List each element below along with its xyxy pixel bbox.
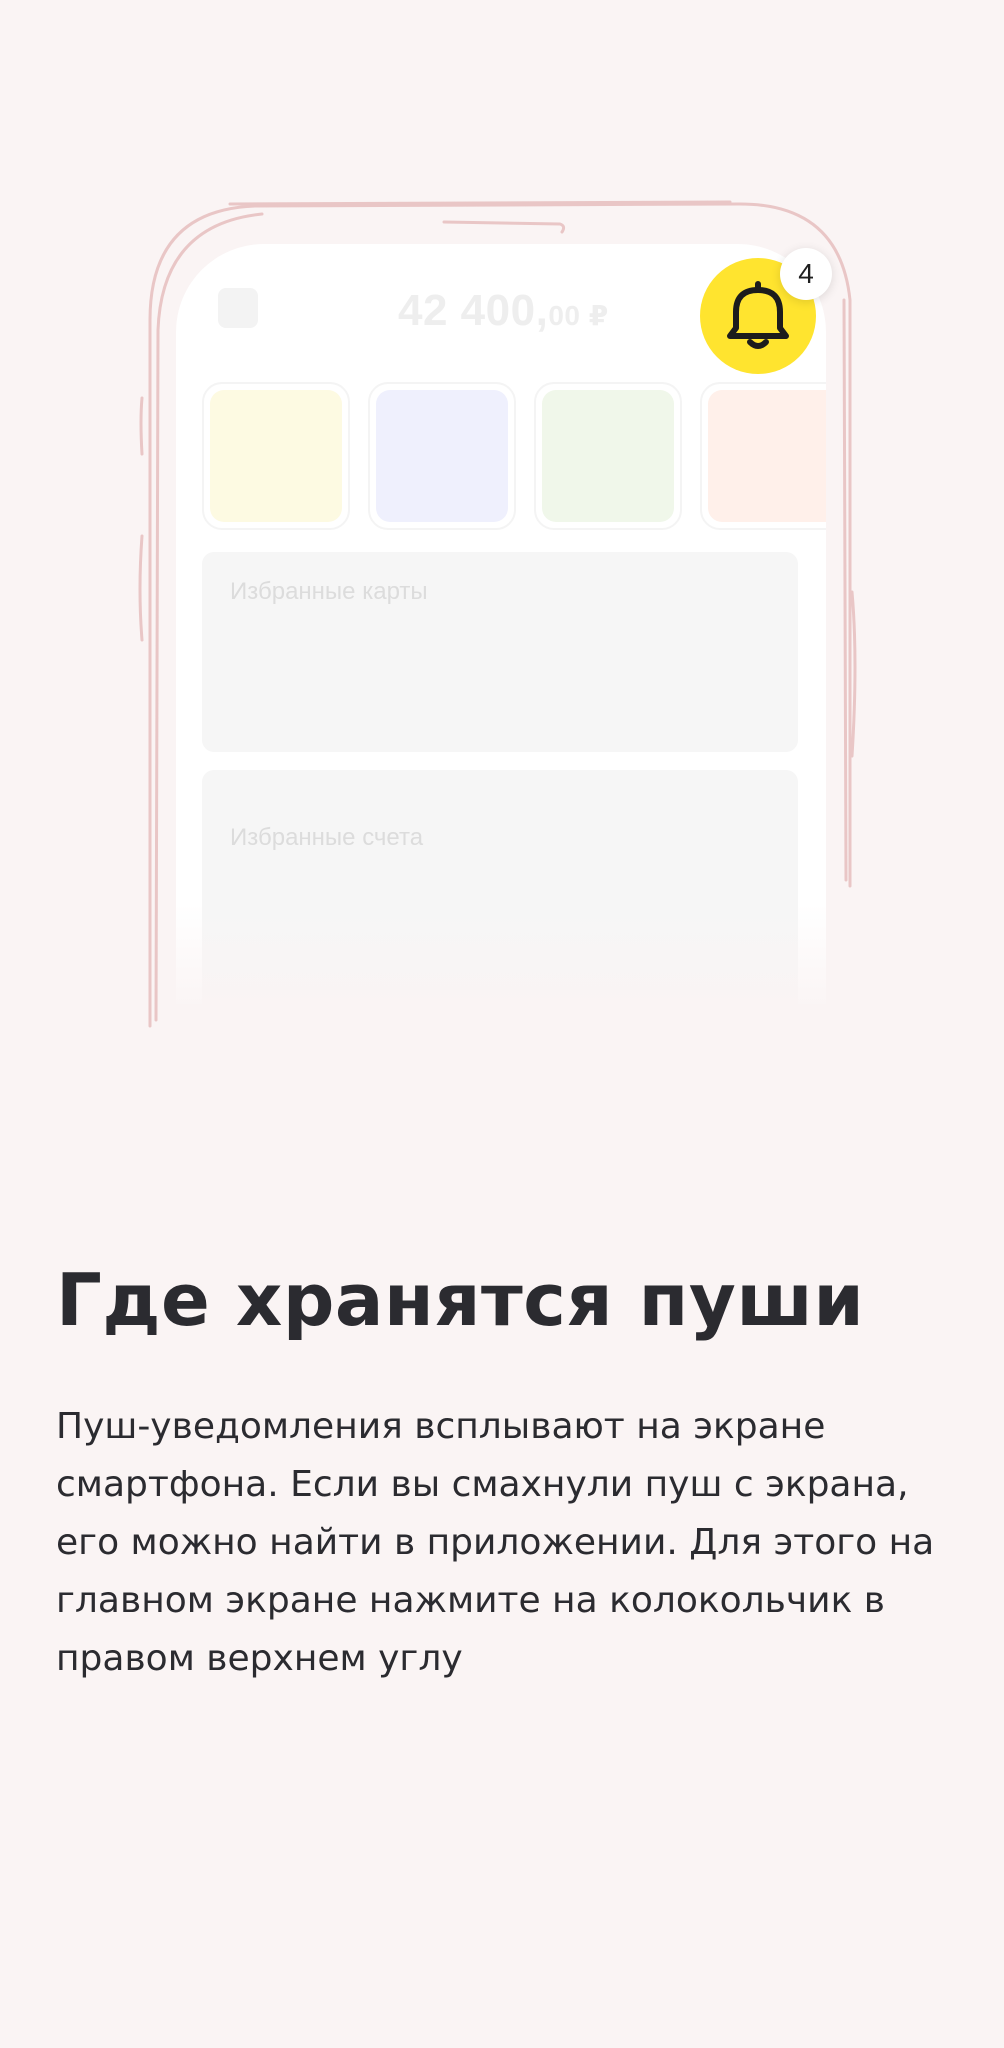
favorite-cards-panel: Избранные карты	[202, 552, 798, 752]
profile-avatar-placeholder	[218, 288, 258, 328]
favorite-cards-label: Избранные карты	[230, 578, 428, 605]
page-title: Где хранятся пуши	[56, 1258, 865, 1342]
tile-fill	[210, 390, 342, 522]
quick-tile	[368, 382, 516, 530]
quick-tile	[700, 382, 826, 530]
notification-count-badge: 4	[780, 248, 832, 300]
quick-tile	[534, 382, 682, 530]
favorite-accounts-label: Избранные счета	[230, 824, 424, 851]
description-text: Пуш-уведомления всплывают на экране смар…	[56, 1406, 935, 1679]
quick-tiles-row	[202, 382, 826, 532]
balance-amount: 42 400,00 ₽	[398, 286, 609, 336]
quick-tile	[202, 382, 350, 530]
onboarding-screen: 42 400,00 ₽ Избранные карты Избранные сч…	[0, 0, 1004, 2048]
tile-fill	[708, 390, 826, 522]
tile-fill	[542, 390, 674, 522]
balance-main: 42 400,	[398, 286, 549, 335]
screen-fade-overlay	[176, 904, 826, 1004]
bell-icon	[727, 281, 789, 349]
tile-fill	[376, 390, 508, 522]
balance-kopecks: 00 ₽	[548, 300, 609, 331]
